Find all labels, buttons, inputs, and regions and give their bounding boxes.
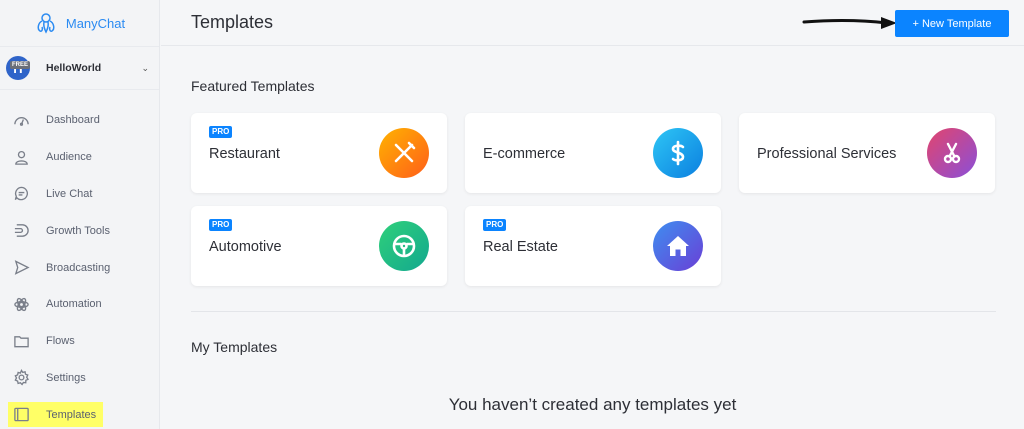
automation-icon bbox=[12, 295, 30, 313]
account-name: HelloWorld bbox=[46, 62, 102, 74]
dashboard-icon bbox=[12, 111, 30, 129]
sidebar: ManyChat H FREE HelloWorld ⌄ Dashboard A… bbox=[0, 0, 160, 429]
sidebar-item-audience[interactable]: Audience bbox=[0, 139, 159, 176]
template-card-automotive[interactable]: PRO Automotive bbox=[191, 206, 447, 286]
sidebar-item-label: Live Chat bbox=[46, 187, 93, 200]
page-header: Templates + New Template bbox=[161, 0, 1024, 46]
account-switcher[interactable]: H FREE HelloWorld ⌄ bbox=[0, 46, 159, 90]
pro-badge: PRO bbox=[483, 219, 507, 231]
gear-icon bbox=[12, 369, 30, 387]
sidebar-item-label: Settings bbox=[46, 371, 86, 384]
sidebar-item-growth-tools[interactable]: Growth Tools bbox=[0, 212, 159, 249]
broadcasting-icon bbox=[12, 259, 30, 277]
steering-wheel-icon bbox=[379, 221, 429, 271]
main-content: Templates + New Template Featured Templa… bbox=[161, 0, 1024, 429]
card-label: E-commerce bbox=[483, 146, 566, 162]
card-label: Professional Services bbox=[757, 146, 897, 162]
templates-icon bbox=[12, 406, 30, 424]
sidebar-item-settings[interactable]: Settings bbox=[0, 360, 159, 397]
card-label: Real Estate bbox=[483, 239, 558, 255]
pro-badge: PRO bbox=[209, 219, 233, 231]
plan-badge: FREE bbox=[10, 61, 31, 69]
pro-badge: PRO bbox=[209, 126, 233, 138]
template-card-restaurant[interactable]: PRO Restaurant bbox=[191, 113, 447, 193]
sidebar-item-live-chat[interactable]: Live Chat bbox=[0, 176, 159, 213]
logo[interactable]: ManyChat bbox=[0, 0, 159, 46]
fork-knife-icon bbox=[379, 128, 429, 178]
scissors-icon bbox=[927, 128, 977, 178]
sidebar-item-label: Growth Tools bbox=[46, 224, 110, 237]
my-templates-title: My Templates bbox=[191, 339, 278, 355]
logo-text: ManyChat bbox=[65, 15, 126, 31]
manychat-logo-icon bbox=[37, 13, 55, 34]
card-label: Restaurant bbox=[209, 146, 280, 162]
featured-templates-title: Featured Templates bbox=[191, 78, 315, 94]
page-title: Templates bbox=[191, 12, 274, 32]
sidebar-item-label: Audience bbox=[46, 151, 92, 164]
sidebar-item-label: Automation bbox=[46, 298, 102, 311]
sidebar-nav: Dashboard Audience Live Chat Growth Tool… bbox=[0, 102, 159, 429]
sidebar-item-templates[interactable]: Templates bbox=[0, 396, 159, 429]
sidebar-item-automation[interactable]: Automation bbox=[0, 286, 159, 323]
card-label: Automotive bbox=[209, 239, 282, 255]
live-chat-icon bbox=[12, 185, 30, 203]
dollar-icon bbox=[653, 128, 703, 178]
template-card-e-commerce[interactable]: E-commerce bbox=[465, 113, 721, 193]
sidebar-item-label: Templates bbox=[46, 408, 97, 421]
sidebar-item-label: Dashboard bbox=[46, 114, 100, 127]
new-template-button[interactable]: + New Template bbox=[895, 10, 1009, 37]
sidebar-item-broadcasting[interactable]: Broadcasting bbox=[0, 249, 159, 286]
audience-icon bbox=[12, 148, 30, 166]
house-icon bbox=[653, 221, 703, 271]
template-card-professional-services[interactable]: Professional Services bbox=[739, 113, 995, 193]
sidebar-item-dashboard[interactable]: Dashboard bbox=[0, 102, 159, 139]
sidebar-item-label: Flows bbox=[46, 335, 75, 348]
chevron-down-icon: ⌄ bbox=[141, 62, 149, 73]
section-divider bbox=[191, 311, 996, 312]
empty-state-message: You haven’t created any templates yet bbox=[448, 395, 737, 414]
sidebar-item-flows[interactable]: Flows bbox=[0, 323, 159, 360]
template-card-real-estate[interactable]: PRO Real Estate bbox=[465, 206, 721, 286]
growth-tools-icon bbox=[12, 222, 30, 240]
sidebar-item-label: Broadcasting bbox=[46, 261, 111, 274]
folder-icon bbox=[12, 332, 30, 350]
arrow-annotation-icon bbox=[802, 17, 897, 29]
